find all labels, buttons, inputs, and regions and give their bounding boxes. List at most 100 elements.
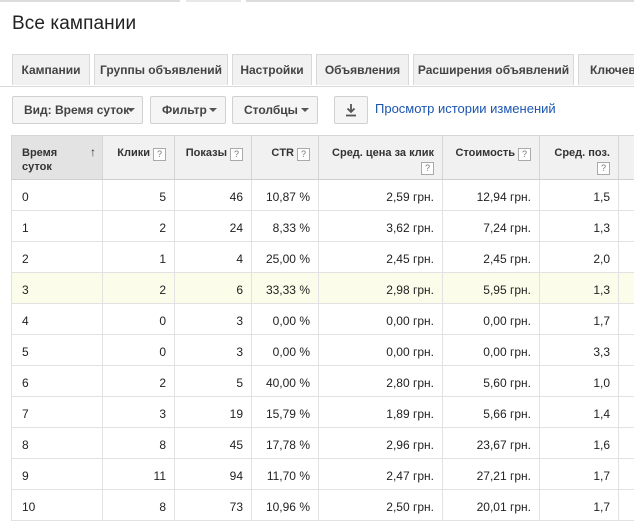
- cell-impressions: 24: [175, 211, 252, 241]
- cell-avg-position: 1,0: [540, 366, 619, 396]
- tab-bar: Кампании Группы объявлений Настройки Объ…: [0, 54, 634, 87]
- cell-time-of-day: 9: [11, 459, 103, 489]
- cell-avg-cpc: 3,62 грн.: [319, 211, 443, 241]
- table-row: 2 1 4 25,00 % 2,45 грн. 2,45 грн. 2,0: [11, 242, 634, 273]
- top-divider: [0, 0, 634, 2]
- cell-avg-position: 3,3: [540, 335, 619, 365]
- cell-clicks: 2: [103, 211, 175, 241]
- cell-avg-position: 1,3: [540, 273, 619, 303]
- cell-time-of-day: 5: [11, 335, 103, 365]
- cell-time-of-day: 10: [11, 490, 103, 520]
- cell-clicks: 0: [103, 335, 175, 365]
- cell-clicks: 2: [103, 273, 175, 303]
- column-header-avg-cpc[interactable]: Сред. цена за клик?: [319, 136, 443, 179]
- cell-clicks: 3: [103, 397, 175, 427]
- cell-partial: [619, 397, 634, 427]
- cell-impressions: 73: [175, 490, 252, 520]
- cell-time-of-day: 7: [11, 397, 103, 427]
- table-row: 7 3 19 15,79 % 1,89 грн. 5,66 грн. 1,4: [11, 397, 634, 428]
- chevron-down-icon: [301, 108, 309, 112]
- cell-time-of-day: 3: [11, 273, 103, 303]
- tab-ad-groups[interactable]: Группы объявлений: [94, 54, 228, 85]
- table-row: 5 0 3 0,00 % 0,00 грн. 0,00 грн. 3,3: [11, 335, 634, 366]
- cell-partial: [619, 459, 634, 489]
- cell-impressions: 6: [175, 273, 252, 303]
- change-history-link[interactable]: Просмотр истории изменений: [375, 101, 556, 116]
- tab-keywords[interactable]: Ключевы: [578, 54, 634, 85]
- cell-ctr: 15,79 %: [252, 397, 319, 427]
- table-row: 1 2 24 8,33 % 3,62 грн. 7,24 грн. 1,3: [11, 211, 634, 242]
- cell-time-of-day: 6: [11, 366, 103, 396]
- view-dropdown-button[interactable]: Вид: Время суток: [12, 96, 143, 124]
- toolbar: Вид: Время суток Фильтр Столбцы Просмотр…: [0, 96, 634, 124]
- cell-cost: 5,60 грн.: [443, 366, 540, 396]
- cell-impressions: 3: [175, 304, 252, 334]
- help-icon[interactable]: ?: [597, 162, 610, 175]
- table-row: 6 2 5 40,00 % 2,80 грн. 5,60 грн. 1,0: [11, 366, 634, 397]
- columns-dropdown-button[interactable]: Столбцы: [232, 96, 318, 124]
- column-header-partial[interactable]: [619, 136, 634, 179]
- table-header-row: Время суток ↑ Клики? Показы? CTR? Сред. ц…: [11, 135, 634, 180]
- column-header-avg-position[interactable]: Сред. поз.?: [540, 136, 619, 179]
- tab-ads[interactable]: Объявления: [316, 54, 409, 85]
- cell-time-of-day: 4: [11, 304, 103, 334]
- cell-cost: 2,45 грн.: [443, 242, 540, 272]
- cell-time-of-day: 2: [11, 242, 103, 272]
- cell-avg-cpc: 0,00 грн.: [319, 335, 443, 365]
- cell-cost: 5,66 грн.: [443, 397, 540, 427]
- cell-impressions: 3: [175, 335, 252, 365]
- cell-avg-position: 1,3: [540, 211, 619, 241]
- cell-avg-cpc: 1,89 грн.: [319, 397, 443, 427]
- column-header-impressions[interactable]: Показы?: [175, 136, 252, 179]
- page-title: Все кампании: [12, 13, 137, 34]
- table-row: 4 0 3 0,00 % 0,00 грн. 0,00 грн. 1,7: [11, 304, 634, 335]
- table-row: 9 11 94 11,70 % 2,47 грн. 27,21 грн. 1,7: [11, 459, 634, 490]
- help-icon[interactable]: ?: [153, 148, 166, 161]
- cell-clicks: 11: [103, 459, 175, 489]
- tab-campaigns[interactable]: Кампании: [12, 54, 90, 85]
- cell-ctr: 0,00 %: [252, 304, 319, 334]
- cell-avg-position: 1,5: [540, 180, 619, 210]
- cell-clicks: 1: [103, 242, 175, 272]
- download-icon: [346, 104, 356, 117]
- cell-ctr: 40,00 %: [252, 366, 319, 396]
- help-icon[interactable]: ?: [421, 162, 434, 175]
- column-header-cost[interactable]: Стоимость?: [443, 136, 540, 179]
- help-icon[interactable]: ?: [518, 148, 531, 161]
- cell-ctr: 17,78 %: [252, 428, 319, 458]
- cell-partial: [619, 180, 634, 210]
- download-button[interactable]: [334, 96, 368, 124]
- column-header-ctr[interactable]: CTR?: [252, 136, 319, 179]
- cell-ctr: 25,00 %: [252, 242, 319, 272]
- cell-avg-position: 1,7: [540, 304, 619, 334]
- cell-time-of-day: 8: [11, 428, 103, 458]
- cell-ctr: 33,33 %: [252, 273, 319, 303]
- cell-partial: [619, 366, 634, 396]
- cell-impressions: 4: [175, 242, 252, 272]
- cell-avg-position: 1,6: [540, 428, 619, 458]
- cell-clicks: 2: [103, 366, 175, 396]
- cell-impressions: 45: [175, 428, 252, 458]
- cell-cost: 0,00 грн.: [443, 304, 540, 334]
- cell-ctr: 10,87 %: [252, 180, 319, 210]
- filter-dropdown-button[interactable]: Фильтр: [150, 96, 226, 124]
- column-header-time-of-day[interactable]: Время суток ↑: [11, 136, 103, 179]
- table-row: 3 2 6 33,33 % 2,98 грн. 5,95 грн. 1,3: [11, 273, 634, 304]
- cell-clicks: 8: [103, 428, 175, 458]
- cell-cost: 20,01 грн.: [443, 490, 540, 520]
- tab-settings[interactable]: Настройки: [232, 54, 312, 85]
- cell-ctr: 10,96 %: [252, 490, 319, 520]
- column-header-clicks[interactable]: Клики?: [103, 136, 175, 179]
- cell-cost: 27,21 грн.: [443, 459, 540, 489]
- cell-cost: 23,67 грн.: [443, 428, 540, 458]
- cell-clicks: 0: [103, 304, 175, 334]
- help-icon[interactable]: ?: [297, 148, 310, 161]
- tab-ad-extensions[interactable]: Расширения объявлений: [413, 54, 574, 85]
- cell-avg-cpc: 2,59 грн.: [319, 180, 443, 210]
- cell-cost: 0,00 грн.: [443, 335, 540, 365]
- help-icon[interactable]: ?: [230, 148, 243, 161]
- cell-partial: [619, 304, 634, 334]
- cell-time-of-day: 0: [11, 180, 103, 210]
- cell-clicks: 5: [103, 180, 175, 210]
- table-row: 10 8 73 10,96 % 2,50 грн. 20,01 грн. 1,7: [11, 490, 634, 521]
